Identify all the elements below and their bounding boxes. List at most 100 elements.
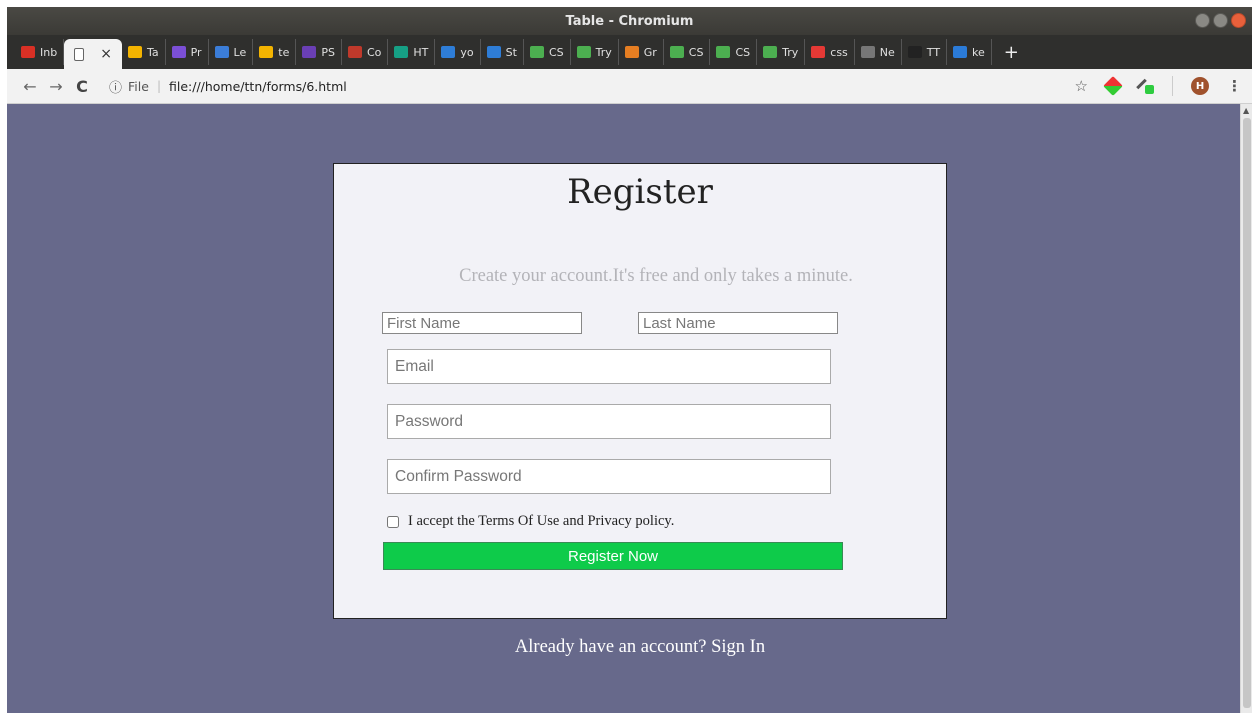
profile-avatar[interactable]: H xyxy=(1191,77,1209,95)
page-title: Register xyxy=(567,172,713,212)
tab-label: Try xyxy=(595,45,612,59)
browser-tab[interactable]: St xyxy=(481,39,524,65)
image-icon xyxy=(347,46,362,58)
info-icon[interactable]: ⓘ xyxy=(109,77,122,96)
photo-icon xyxy=(394,46,409,58)
browser-tab[interactable]: Ne xyxy=(855,39,902,65)
browser-tab[interactable]: ke xyxy=(947,39,992,65)
register-card: Register Create your account.It's free a… xyxy=(333,163,947,619)
last-name-input[interactable] xyxy=(638,312,838,334)
register-now-button[interactable]: Register Now xyxy=(383,542,843,570)
eyedropper-extension-icon[interactable] xyxy=(1138,78,1154,94)
reload-icon[interactable]: C xyxy=(69,77,95,96)
browser-tab[interactable]: CS xyxy=(524,39,571,65)
window-titlebar: Table - Chromium xyxy=(7,7,1252,35)
browser-tab[interactable]: PS xyxy=(296,39,342,65)
bookmark-star-icon[interactable]: ☆ xyxy=(1075,77,1088,95)
tab-label: St xyxy=(505,45,517,59)
form-subtitle: Create your account.It's free and only t… xyxy=(459,266,853,286)
color-wheel-icon xyxy=(171,46,186,58)
w3-icon xyxy=(763,46,778,58)
browser-tab[interactable]: te xyxy=(253,39,297,65)
tab-close-icon[interactable]: × xyxy=(100,46,112,62)
w3-icon xyxy=(576,46,591,58)
browser-tab[interactable]: Try xyxy=(571,39,619,65)
window-controls xyxy=(1195,13,1246,28)
terms-checkbox[interactable] xyxy=(387,515,399,528)
new-tab-icon[interactable]: + xyxy=(1004,42,1019,63)
page-viewport: Register Create your account.It's free a… xyxy=(7,104,1240,713)
vscode-icon xyxy=(953,46,968,58)
tab-label: Le xyxy=(233,45,247,59)
window-title: Table - Chromium xyxy=(565,13,694,29)
forward-icon[interactable]: → xyxy=(43,77,69,96)
browser-toolbar: ← → C ⓘ File | file:///home/ttn/forms/6.… xyxy=(7,69,1252,104)
mountain-icon xyxy=(811,46,826,58)
email-input[interactable] xyxy=(387,349,831,384)
color-wheel-icon xyxy=(214,46,229,58)
tab-label: PS xyxy=(321,45,335,59)
terms-label: I accept the Terms Of Use and Privacy po… xyxy=(408,513,675,529)
back-icon[interactable]: ← xyxy=(17,77,43,96)
browser-tab[interactable]: Inb xyxy=(15,39,65,65)
flag-icon xyxy=(486,46,501,58)
w3-icon xyxy=(669,46,684,58)
address-bar-url[interactable]: file:///home/ttn/forms/6.html xyxy=(169,79,347,94)
code-icon xyxy=(302,46,317,58)
browser-tab[interactable]: TT xyxy=(902,39,948,65)
vertical-scrollbar[interactable]: ▲ xyxy=(1240,104,1252,713)
scroll-up-icon[interactable]: ▲ xyxy=(1243,106,1249,115)
tab-label: ke xyxy=(972,45,985,59)
browser-tab[interactable]: Pr xyxy=(166,39,209,65)
terms-row: I accept the Terms Of Use and Privacy po… xyxy=(387,513,674,530)
browser-tab[interactable]: Co xyxy=(342,39,389,65)
minimize-icon[interactable] xyxy=(1195,13,1210,28)
tab-label: Co xyxy=(366,45,382,59)
browser-tab[interactable]: css xyxy=(805,39,855,65)
tab-label: CS xyxy=(735,45,751,59)
sign-in-link[interactable]: Already have an account? Sign In xyxy=(333,637,947,658)
password-input[interactable] xyxy=(387,404,831,439)
tab-label: Ne xyxy=(879,45,895,59)
tab-label: CS xyxy=(688,45,704,59)
extension-icon[interactable] xyxy=(1103,76,1123,96)
browser-tab[interactable]: Gr xyxy=(619,39,664,65)
tab-label: css xyxy=(830,45,848,59)
browser-tab[interactable]: Try xyxy=(757,39,806,65)
palette-icon xyxy=(624,46,639,58)
page-icon xyxy=(74,47,85,61)
tab-label: te xyxy=(278,45,290,59)
tab-label: TT xyxy=(926,45,941,59)
page-icon xyxy=(860,46,875,58)
gmail-icon xyxy=(21,46,35,58)
browser-tab[interactable]: CS xyxy=(664,39,711,65)
confirm-password-input[interactable] xyxy=(387,459,831,494)
browser-tab[interactable]: × xyxy=(64,39,122,69)
slides-icon xyxy=(259,46,274,58)
slides-icon xyxy=(127,46,142,58)
menu-kebab-icon[interactable]: ⋮ xyxy=(1227,77,1242,95)
w3-icon xyxy=(716,46,731,58)
browser-tab[interactable]: yo xyxy=(435,39,481,65)
tab-label: HT xyxy=(413,45,429,59)
first-name-input[interactable] xyxy=(382,312,582,334)
close-window-icon[interactable] xyxy=(1231,13,1246,28)
scrollbar-thumb[interactable] xyxy=(1243,118,1251,708)
browser-tab[interactable]: HT xyxy=(388,39,436,65)
browser-tab[interactable]: Ta xyxy=(122,39,166,65)
toolbar-actions: ☆ H ⋮ xyxy=(1075,76,1242,96)
tab-strip: Inb × Ta Pr Le te PS Co HT yo St CS Try Gr CS CS Try css N… xyxy=(7,35,1252,69)
tab-label: Pr xyxy=(190,45,202,59)
browser-tab[interactable]: CS xyxy=(710,39,758,65)
tab-label: Gr xyxy=(643,45,657,59)
github-icon xyxy=(907,46,922,58)
browser-tab[interactable]: Le xyxy=(209,39,254,65)
maximize-icon[interactable] xyxy=(1213,13,1228,28)
tab-label: Ta xyxy=(146,45,159,59)
tab-label: Try xyxy=(782,45,799,59)
tab-label: Inb xyxy=(40,45,58,59)
url-separator: | xyxy=(156,79,161,93)
tab-label: CS xyxy=(548,45,564,59)
tab-label: yo xyxy=(460,45,474,59)
url-scheme: File xyxy=(128,78,149,94)
